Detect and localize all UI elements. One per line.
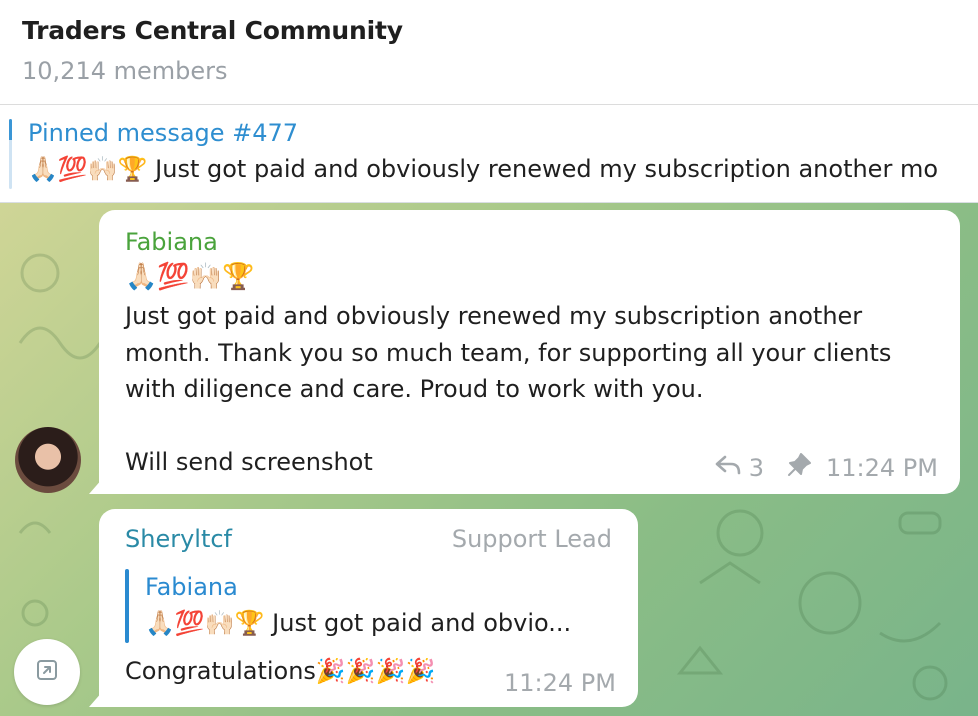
quoted-text: 🙏🏻💯🙌🏻🏆 Just got paid and obvio... <box>145 609 572 637</box>
message-bubble[interactable]: Fabiana 🙏🏻💯🙌🏻🏆 Just got paid and obvious… <box>89 210 960 494</box>
message-bubble[interactable]: Sheryltcf Support Lead Fabiana 🙏🏻💯🙌🏻🏆 Ju… <box>89 509 638 707</box>
reply-count[interactable]: 3 <box>749 454 764 482</box>
message-meta: 3 11:24 PM <box>715 452 938 484</box>
emoji-line: 🙏🏻💯🙌🏻🏆 <box>125 262 255 292</box>
quoted-reply[interactable]: Fabiana 🙏🏻💯🙌🏻🏆 Just got paid and obvio..… <box>125 569 615 643</box>
reply-arrow-icon[interactable] <box>715 454 741 482</box>
avatar[interactable] <box>15 427 81 493</box>
chat-header[interactable]: Traders Central Community 10,214 members <box>0 0 978 104</box>
message-text: Congratulations🎉🎉🎉🎉 <box>125 657 436 685</box>
chat-title[interactable]: Traders Central Community <box>22 16 403 45</box>
quote-indicator <box>125 569 129 643</box>
pinned-indicator <box>9 119 12 189</box>
quoted-sender: Fabiana <box>145 573 238 601</box>
member-count: 10,214 members <box>22 57 228 85</box>
open-external-icon <box>35 658 59 686</box>
pin-icon <box>786 452 812 484</box>
message-time: 11:24 PM <box>504 669 616 697</box>
chat-area[interactable]: Fabiana 🙏🏻💯🙌🏻🏆 Just got paid and obvious… <box>0 203 978 716</box>
message-time: 11:24 PM <box>826 454 938 482</box>
role-badge: Support Lead <box>451 525 612 553</box>
message-line: Just got paid and obviously renewed my s… <box>125 302 863 330</box>
pinned-title: Pinned message #477 <box>28 119 299 147</box>
message-line: with diligence and care. Proud to work w… <box>125 375 704 403</box>
sender-name[interactable]: Fabiana <box>125 228 218 256</box>
sender-name[interactable]: Sheryltcf <box>125 525 232 553</box>
pinned-preview: 🙏🏻💯🙌🏻🏆 Just got paid and obviously renew… <box>28 155 939 183</box>
scroll-to-pinned-button[interactable] <box>14 639 80 705</box>
message-line: month. Thank you so much team, for suppo… <box>125 338 892 367</box>
pinned-message-bar[interactable]: Pinned message #477 🙏🏻💯🙌🏻🏆 Just got paid… <box>0 105 978 203</box>
